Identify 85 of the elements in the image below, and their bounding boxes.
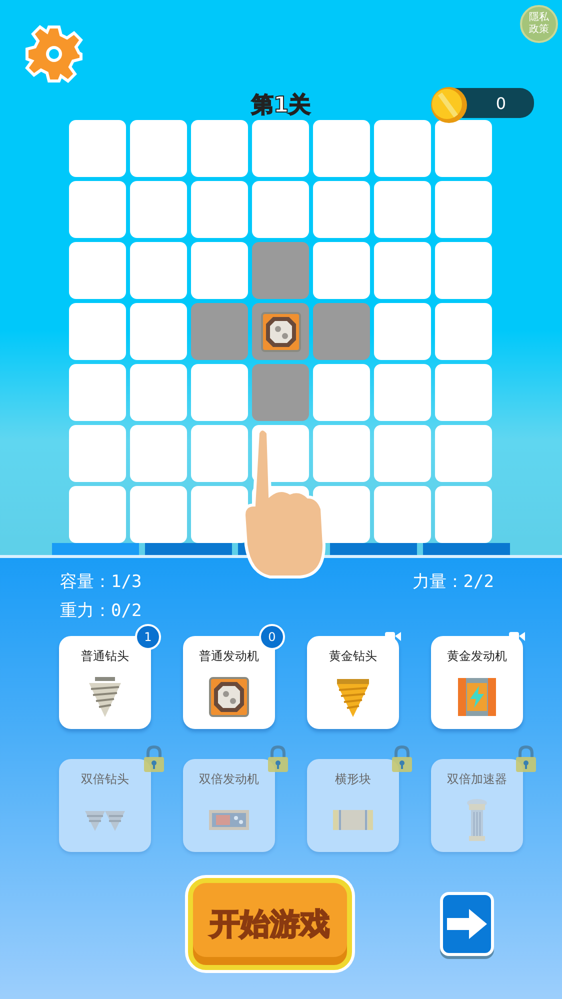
- padlock-icon: [391, 745, 413, 773]
- empty-tile[interactable]: [191, 486, 248, 543]
- count-badge: 0: [259, 624, 285, 650]
- empty-tile[interactable]: [69, 242, 126, 299]
- empty-tile[interactable]: [130, 181, 187, 238]
- empty-tile[interactable]: [191, 120, 248, 177]
- part-name: 双倍发动机: [199, 771, 259, 788]
- engine-icon: [209, 677, 249, 717]
- empty-tile[interactable]: [69, 486, 126, 543]
- engine-board-icon: [208, 808, 250, 832]
- empty-tile[interactable]: [252, 120, 309, 177]
- empty-tile[interactable]: [313, 242, 370, 299]
- empty-tile[interactable]: [130, 425, 187, 482]
- part-name: 横形块: [335, 771, 371, 788]
- empty-tile[interactable]: [313, 364, 370, 421]
- part-card[interactable]: 横形块: [307, 759, 399, 852]
- empty-tile[interactable]: [191, 242, 248, 299]
- category-tab[interactable]: [144, 543, 232, 555]
- empty-tile[interactable]: [435, 303, 492, 360]
- empty-tile[interactable]: [130, 242, 187, 299]
- coin-icon: [430, 86, 468, 124]
- arrow-right-icon: [446, 909, 487, 939]
- part-name: 黄金发动机: [447, 648, 507, 665]
- blocked-tile[interactable]: [313, 303, 370, 360]
- empty-tile[interactable]: [435, 425, 492, 482]
- empty-tile[interactable]: [69, 120, 126, 177]
- empty-tile[interactable]: [374, 303, 431, 360]
- part-name: 普通发动机: [199, 648, 259, 665]
- blocked-tile[interactable]: [191, 303, 248, 360]
- empty-tile[interactable]: [69, 303, 126, 360]
- empty-tile[interactable]: [374, 181, 431, 238]
- empty-tile[interactable]: [69, 425, 126, 482]
- part-card[interactable]: 双倍钻头: [59, 759, 151, 852]
- part-card[interactable]: 黄金发动机: [431, 636, 523, 729]
- start-game-button[interactable]: 开始游戏: [188, 878, 352, 970]
- empty-tile[interactable]: [435, 181, 492, 238]
- empty-tile[interactable]: [435, 364, 492, 421]
- empty-tile[interactable]: [374, 120, 431, 177]
- empty-tile[interactable]: [69, 364, 126, 421]
- engine-tile[interactable]: [252, 303, 309, 360]
- empty-tile[interactable]: [435, 242, 492, 299]
- empty-tile[interactable]: [252, 181, 309, 238]
- empty-tile[interactable]: [435, 120, 492, 177]
- part-name: 普通钻头: [81, 648, 129, 665]
- gravity-stat: 重力：0/2: [60, 600, 143, 622]
- empty-tile[interactable]: [374, 242, 431, 299]
- next-button[interactable]: [440, 892, 494, 956]
- padlock-icon: [515, 745, 537, 773]
- empty-tile[interactable]: [191, 425, 248, 482]
- power-stat: 力量：2/2: [412, 571, 494, 593]
- category-tab[interactable]: [330, 543, 418, 555]
- empty-tile[interactable]: [374, 425, 431, 482]
- capacity-stat: 容量：1/3: [60, 571, 142, 593]
- empty-tile[interactable]: [191, 364, 248, 421]
- level-title: 第1关: [251, 92, 311, 120]
- category-tab[interactable]: [423, 543, 510, 555]
- settings-button[interactable]: [24, 24, 84, 84]
- empty-tile[interactable]: [69, 181, 126, 238]
- empty-tile[interactable]: [374, 486, 431, 543]
- part-name: 黄金钻头: [329, 648, 377, 665]
- battery-engine-icon: [457, 677, 497, 717]
- block-icon: [332, 808, 374, 832]
- empty-tile[interactable]: [313, 425, 370, 482]
- blocked-tile[interactable]: [252, 242, 309, 299]
- empty-tile[interactable]: [313, 181, 370, 238]
- count-badge: 1: [135, 624, 161, 650]
- padlock-icon: [143, 745, 165, 773]
- part-card[interactable]: 黄金钻头: [307, 636, 399, 729]
- empty-tile[interactable]: [130, 486, 187, 543]
- part-name: 双倍钻头: [81, 771, 129, 788]
- empty-tile[interactable]: [130, 364, 187, 421]
- empty-tile[interactable]: [313, 120, 370, 177]
- coin-amount: 0: [494, 94, 508, 112]
- empty-tile[interactable]: [130, 120, 187, 177]
- category-tab[interactable]: [52, 543, 139, 555]
- blocked-tile[interactable]: [252, 364, 309, 421]
- empty-tile[interactable]: [374, 364, 431, 421]
- empty-tile[interactable]: [130, 303, 187, 360]
- column-icon: [466, 798, 488, 842]
- part-card[interactable]: 双倍发动机: [183, 759, 275, 852]
- part-card[interactable]: 双倍加速器: [431, 759, 523, 852]
- padlock-icon: [267, 745, 289, 773]
- part-name: 双倍加速器: [447, 771, 507, 788]
- empty-tile[interactable]: [191, 181, 248, 238]
- empty-tile[interactable]: [435, 486, 492, 543]
